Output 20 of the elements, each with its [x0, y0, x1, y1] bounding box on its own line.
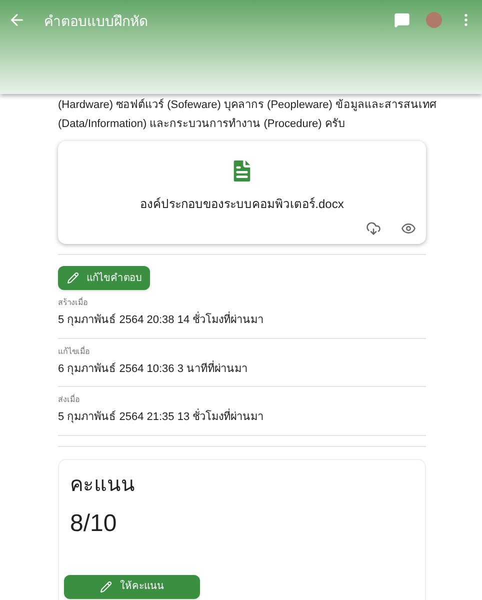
edit-answer-button[interactable]: แก้ไขคำตอบ [58, 266, 150, 290]
grade-button[interactable]: ให้คะแนน [64, 574, 200, 598]
download-icon[interactable] [366, 221, 381, 236]
answer-text: (Data/Information) และกระบวนการทำงาน (Procedure) ครับ [58, 117, 345, 132]
detail-label: สร้างเมื่อ [58, 297, 89, 309]
detail-value: 5 กุมภาพันธ์ 2564 21:35 13 ชั่วโมงที่ผ่านมา [58, 409, 426, 426]
file-name: องค์ประกอบของระบบคอมพิวเตอร์.docx [140, 196, 344, 213]
pencil-icon [100, 580, 112, 592]
detail-label: แก้ไขเมื่อ [58, 346, 91, 358]
score-title: คะแนน [70, 472, 136, 498]
detail-value: 6 กุมภาพันธ์ 2564 10:36 3 นาทีที่ผ่านมา [58, 360, 249, 377]
detail-label: ส่งเมื่อ [58, 394, 81, 406]
avatar[interactable] [426, 12, 442, 28]
view-icon[interactable] [401, 221, 416, 236]
score-value: 8/10 [70, 508, 118, 538]
detail-value: 5 กุมภาพันธ์ 2564 20:38 14 ชั่วโมงที่ผ่านมา [58, 312, 426, 328]
pencil-icon [66, 272, 78, 284]
app-bar-title: คำตอบแบบฝึกหัด [44, 12, 148, 31]
comment-icon[interactable] [394, 12, 410, 28]
answer-text: (Hardware) ซอฟต์แวร์ (Sofeware) บุคลากร (Peopleware) ข้อมูลและสารสนเทศ [58, 98, 437, 113]
